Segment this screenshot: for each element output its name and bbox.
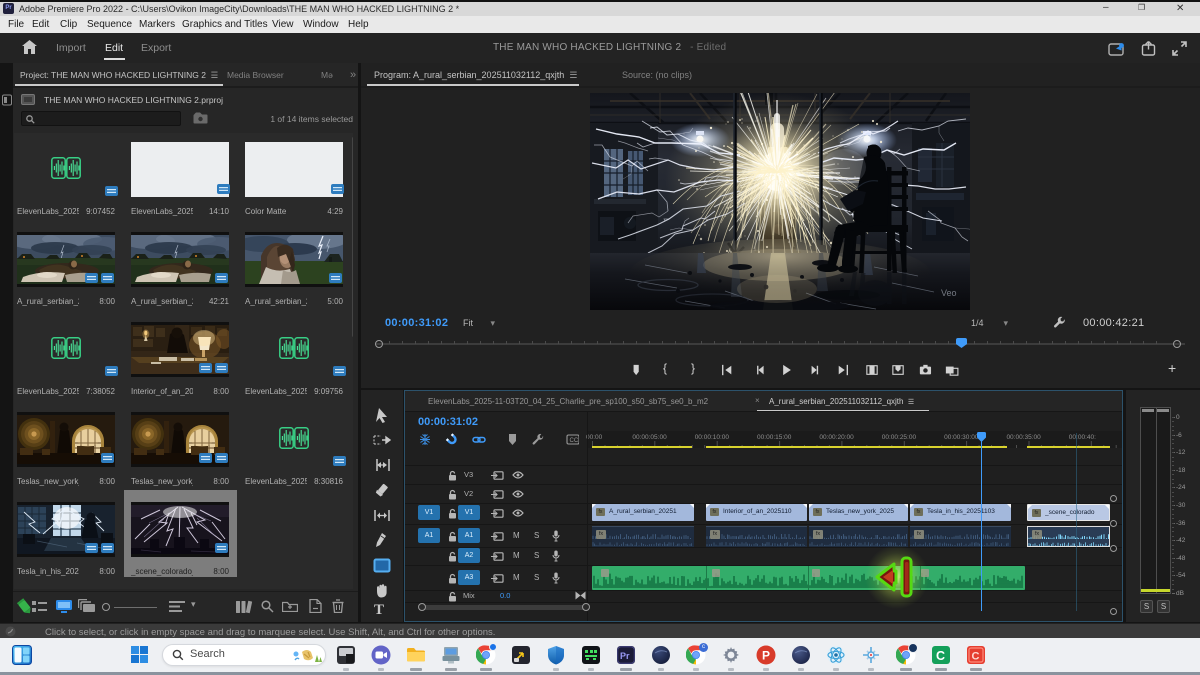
- svg-text:P: P: [762, 649, 770, 663]
- svg-text:C: C: [936, 649, 945, 663]
- svg-text:C: C: [972, 651, 980, 663]
- svg-text:Pr: Pr: [620, 651, 630, 661]
- svg-text:Veo: Veo: [941, 288, 957, 298]
